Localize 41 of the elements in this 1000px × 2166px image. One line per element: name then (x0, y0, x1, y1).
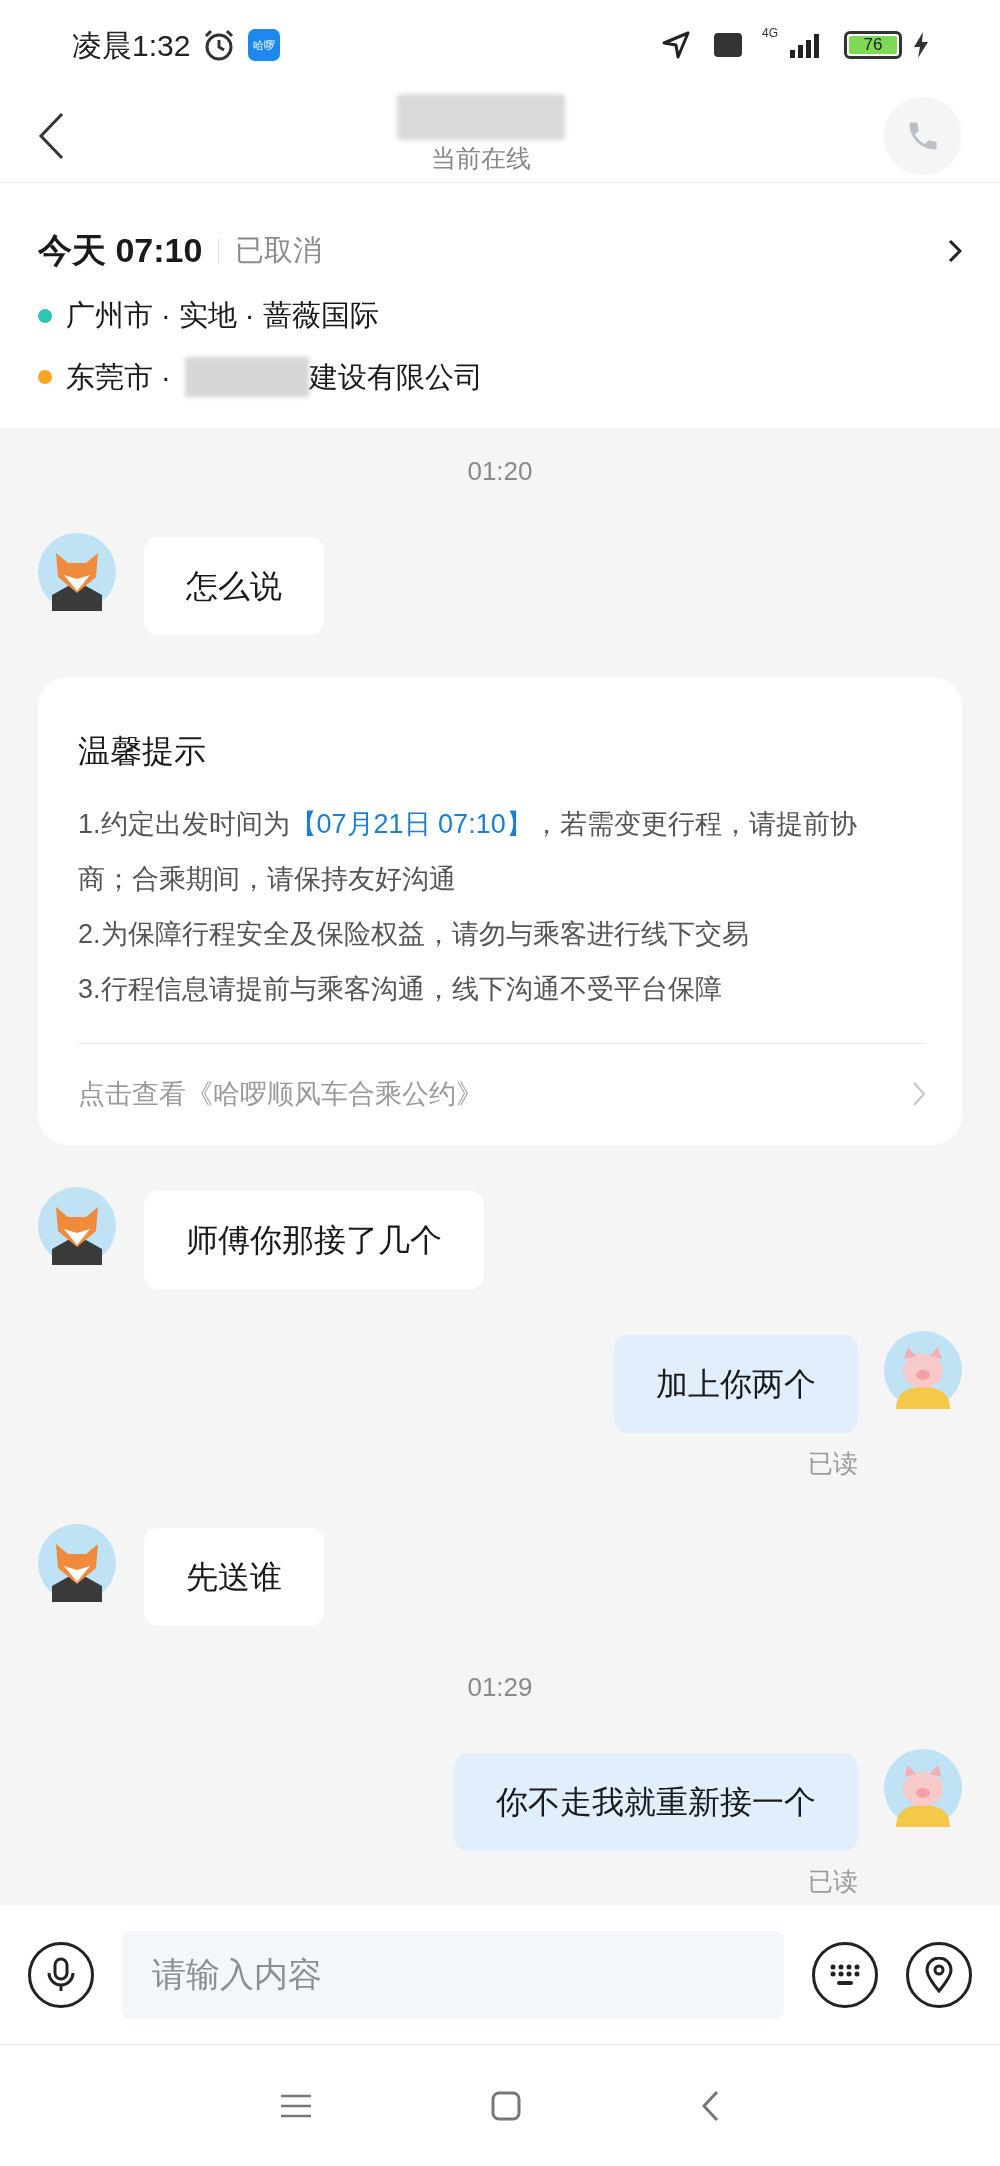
chevron-right-icon (912, 1081, 926, 1108)
message-bubble: 师傅你那接了几个 (144, 1190, 484, 1289)
timestamp: 01:29 (467, 1671, 533, 1704)
battery-level: 76 (849, 36, 897, 54)
menu-icon[interactable] (281, 2093, 311, 2118)
app-badge: 哈啰 (248, 29, 281, 61)
trip-card[interactable]: 今天 07:10 已取消 广州市 · 实地 · 蔷薇国际 东莞市 · 建设有限公司 (0, 183, 1000, 428)
stop-address: 建设有限公司 (308, 359, 483, 395)
location-pin-button[interactable] (906, 1941, 972, 2008)
stop-address: 广州市 · 实地 · 蔷薇国际 (66, 298, 379, 333)
pig-avatar-icon (884, 1330, 962, 1409)
fox-avatar-icon (38, 1524, 116, 1602)
keyboard-button[interactable] (812, 1941, 878, 2008)
notice-title: 温馨提示 (78, 732, 207, 771)
location-arrow-icon (662, 31, 690, 59)
microphone-button[interactable] (28, 1941, 94, 2008)
location-pin-icon (925, 1956, 953, 1993)
pig-avatar-icon (884, 1749, 962, 1827)
read-receipt: 已读 (808, 1447, 858, 1479)
notice-line: 3.行程信息请提前与乘客沟通，线下沟通不受平台保障 (78, 973, 723, 1006)
microphone-icon (46, 1956, 76, 1993)
trip-date: 今天 07:10 (38, 230, 203, 271)
stop-city: 东莞市 · (66, 359, 171, 395)
chevron-right-icon (948, 238, 962, 263)
message-bubble: 加上你两个 (614, 1334, 858, 1433)
fox-avatar-icon (38, 1186, 116, 1265)
message-bubble: 先送谁 (144, 1528, 324, 1626)
home-square-icon[interactable] (491, 2090, 521, 2121)
network-label: 4G (762, 25, 778, 42)
online-status: 当前在线 (431, 143, 531, 175)
message-bubble: 你不走我就重新接一个 (454, 1753, 858, 1851)
notice-line: 2.为保障行程安全及保险权益，请勿与乘客进行线下交易 (78, 918, 750, 951)
charging-bolt-icon (914, 32, 928, 58)
trip-status: 已取消 (235, 232, 323, 268)
fox-avatar-icon (38, 533, 116, 611)
message-input[interactable]: 请输入内容 (122, 1930, 784, 2019)
message-bubble: 怎么说 (144, 537, 324, 635)
status-time: 凌晨1:32 (72, 27, 191, 64)
timestamp: 01:20 (467, 455, 533, 488)
read-receipt: 已读 (808, 1866, 858, 1897)
notice-line: 1.约定出发时间为【07月21日 07:10】，若需变更行程，请提前协商；合乘期间，请保持友好沟通 (78, 808, 858, 896)
